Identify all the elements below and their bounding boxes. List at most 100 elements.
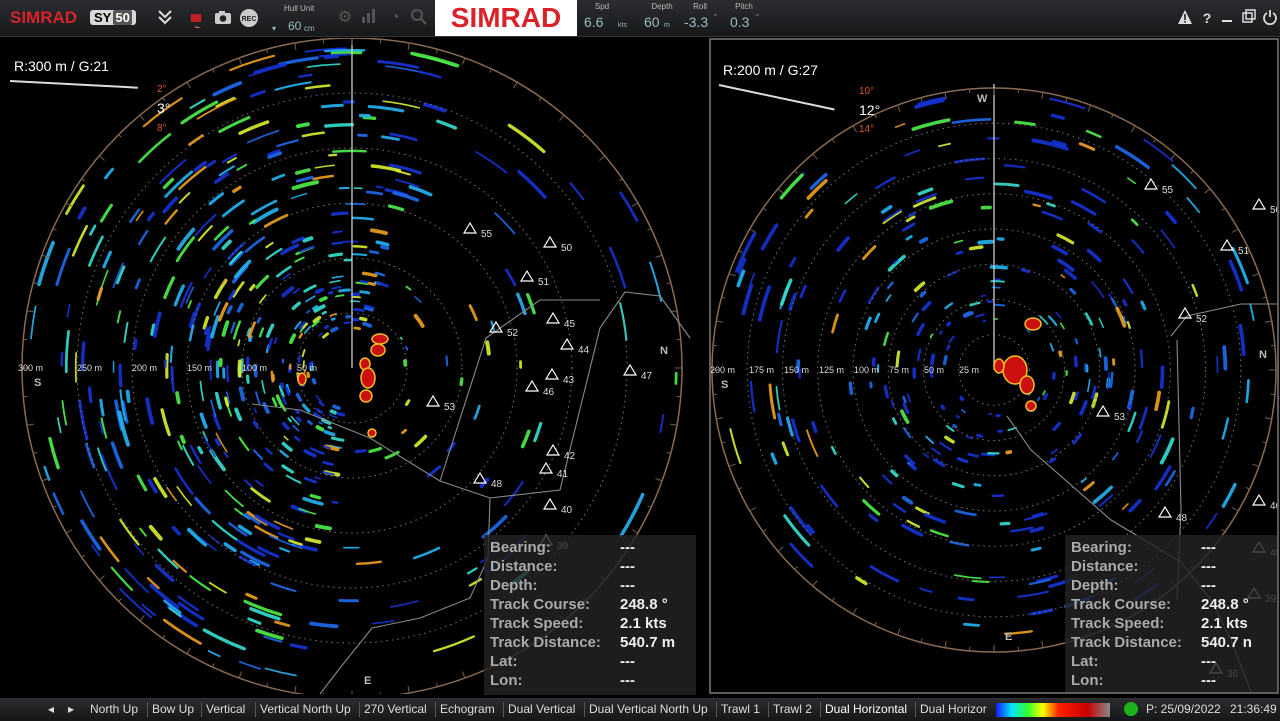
echo-streak: [80, 208, 85, 217]
roll-label: Roll: [680, 2, 720, 11]
echo-streak: [284, 424, 288, 428]
mode-tab-3[interactable]: Vertical North Up: [260, 702, 351, 716]
mode-tab-9[interactable]: Trawl 2: [773, 702, 812, 716]
echo-streak: [89, 237, 102, 266]
echo-streak: [782, 280, 791, 304]
echo-streak: [957, 416, 959, 417]
target-blob: [372, 334, 388, 344]
sonar-view-right[interactable]: 55505152534846403936200 m175 m150 m125 m…: [709, 38, 1279, 694]
echo-streak: [265, 464, 272, 470]
bearing-tick: [945, 641, 946, 648]
echo-streak: [813, 423, 816, 432]
echo-streak: [1092, 282, 1104, 297]
mode-tab-5[interactable]: Echogram: [440, 702, 495, 716]
echo-streak: [953, 119, 990, 122]
echo-streak: [180, 193, 190, 203]
bearing-tick: [722, 442, 726, 443]
echo-streak: [1027, 330, 1030, 332]
echo-streak: [120, 520, 138, 545]
mode-tab-1[interactable]: Bow Up: [152, 702, 194, 716]
camera-icon[interactable]: [212, 8, 234, 28]
search-icon[interactable]: [408, 8, 430, 28]
echo-streak: [311, 449, 323, 454]
echo-streak: [332, 329, 337, 331]
depth-label: Depth:: [490, 577, 538, 594]
bearing-tick: [267, 683, 268, 687]
bearing-tick: [750, 229, 756, 233]
echo-streak: [763, 225, 777, 249]
mode-tab-8[interactable]: Trawl 1: [721, 702, 760, 716]
brand-logo: SIMRAD: [10, 8, 77, 28]
echo-streak: [386, 452, 398, 458]
mode-tab-7[interactable]: Dual Vertical North Up: [589, 702, 708, 716]
roll-value: -3.3: [684, 14, 708, 30]
bearing-tick: [462, 672, 464, 679]
echo-streak: [391, 601, 418, 607]
echo-streak: [298, 177, 313, 181]
bearing-tick: [119, 135, 122, 138]
mode-tab-0[interactable]: North Up: [90, 702, 138, 716]
echo-streak: [217, 98, 234, 106]
tilt-angle-label[interactable]: 3°: [157, 100, 170, 116]
sonar-view-left[interactable]: 555051524544434647534241484039300 m250 m…: [0, 38, 700, 694]
dial-icon[interactable]: ◔: [384, 8, 406, 28]
echo-streak: [297, 170, 309, 173]
echo-streak: [1142, 302, 1145, 309]
window-restore-icon[interactable]: [1240, 9, 1258, 27]
track-marker-icon: [547, 313, 559, 323]
scroll-left-icon[interactable]: ◂: [48, 702, 54, 716]
range-label: 100 m: [242, 363, 267, 373]
echo-streak: [254, 450, 262, 459]
tilt-angle-label[interactable]: 12°: [859, 102, 880, 118]
bearing-tick: [140, 115, 144, 120]
echo-streak: [390, 206, 403, 210]
echo-streak: [260, 329, 263, 337]
fish-marker-icon[interactable]: [186, 8, 208, 28]
echo-streak: [275, 338, 277, 343]
echo-streak: [887, 295, 891, 301]
range-gain-label[interactable]: R:200 m / G:27: [723, 62, 818, 78]
echo-streak: [955, 241, 963, 243]
mode-tab-6[interactable]: Dual Vertical: [508, 702, 575, 716]
echo-streak: [1161, 230, 1174, 248]
mode-tab-10[interactable]: Dual Horizontal: [825, 702, 907, 716]
echo-streak: [228, 307, 231, 313]
warning-icon[interactable]: [1176, 9, 1194, 27]
echo-streak: [226, 491, 243, 507]
mode-tab-2[interactable]: Vertical: [206, 702, 245, 716]
echo-streak: [39, 243, 53, 284]
echo-streak: [888, 283, 892, 288]
echo-streak: [283, 288, 292, 295]
record-button[interactable]: REC: [238, 8, 260, 28]
gear-icon[interactable]: ⚙: [334, 8, 356, 28]
track-marker-label: 45: [564, 319, 576, 330]
echo-streak: [313, 306, 316, 308]
chevron-double-down-icon[interactable]: [154, 8, 176, 28]
help-icon[interactable]: ?: [1198, 9, 1216, 27]
bearing-tick: [875, 622, 877, 626]
echo-streak: [319, 333, 322, 336]
hull-unit-indicator[interactable]: Hull Unit ▾ 60 cm: [270, 2, 326, 34]
echo-streak: [956, 159, 985, 162]
mode-tab-11[interactable]: Dual Horizor: [920, 702, 987, 716]
echo-streak: [884, 333, 887, 345]
bearing-tick: [239, 58, 241, 65]
echo-streak: [840, 291, 845, 302]
echo-streak: [912, 466, 916, 469]
power-icon[interactable]: [1261, 9, 1279, 27]
bar-chart-icon[interactable]: [358, 8, 380, 28]
echo-streak: [940, 443, 951, 450]
range-gain-label[interactable]: R:300 m / G:21: [14, 58, 109, 74]
echo-streak: [282, 384, 283, 387]
echo-streak: [266, 449, 271, 454]
minimize-icon[interactable]: [1218, 9, 1236, 27]
echo-streak: [1223, 419, 1228, 439]
mode-tab-4[interactable]: 270 Vertical: [364, 702, 427, 716]
compass-north-label: N: [1259, 349, 1267, 361]
echo-streak: [948, 323, 949, 324]
track-marker-icon: [624, 365, 636, 375]
scroll-right-icon[interactable]: ▸: [68, 702, 74, 716]
echo-streak: [332, 276, 342, 278]
echo-streak: [1061, 323, 1064, 328]
echo-streak: [308, 64, 340, 67]
